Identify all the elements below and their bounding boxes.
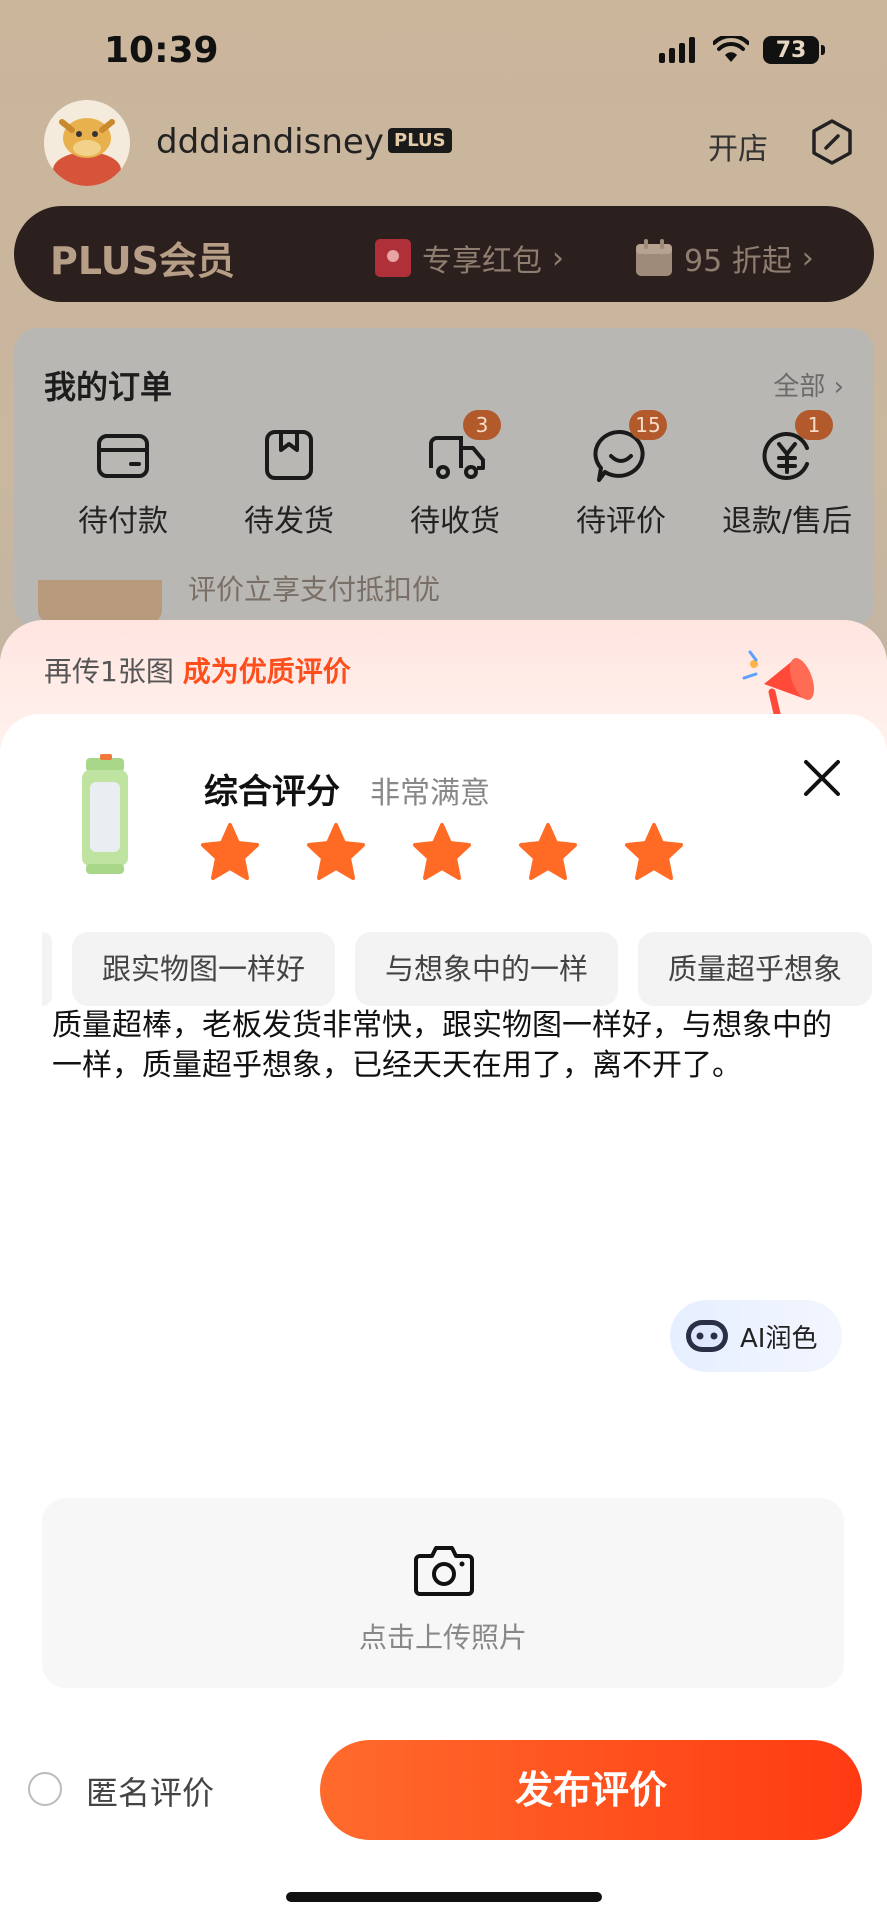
camera-icon [414,1546,474,1596]
order-pending-payment[interactable]: 待付款 [48,428,198,540]
photo-upload-area[interactable]: 点击上传照片 [42,1498,844,1688]
package-icon [265,430,313,480]
status-icons: 73 [659,36,825,64]
plus-badge: PLUS [388,128,452,153]
order-label: 待评价 [576,504,666,539]
ai-polish-label: AI润色 [740,1323,818,1354]
banner-prefix: 再传1张图 [44,655,183,688]
quick-tags: 跟实物图一样好 与想象中的一样 质量超乎想象 [42,932,873,1006]
settings-hex-icon[interactable] [808,118,856,166]
orders-title: 我的订单 [44,368,173,406]
star-icon[interactable] [624,822,684,882]
signal-icon [659,37,695,63]
count-badge: 15 [629,410,667,440]
upload-label: 点击上传照片 [358,1621,527,1654]
plus-membership-bar[interactable]: PLUS会员 专享红包 › 95 折起 › [14,206,874,302]
count-badge: 3 [463,410,501,440]
ai-robot-icon [686,1320,728,1352]
plus-title: PLUS会员 [50,239,235,283]
order-refund[interactable]: 1 退款/售后 [712,410,862,540]
open-store-link[interactable]: 开店 [708,124,768,168]
orders-all-label: 全部 [773,372,826,402]
calendar-icon [636,239,672,276]
chevron-right-icon: › [552,240,564,276]
star-icon[interactable] [306,822,366,882]
peek-text: 评价立享支付抵扣优 [188,573,441,606]
star-rating [200,822,684,882]
count-badge: 1 [795,410,833,440]
discount-label: 95 折起 [684,244,792,279]
red-packet-icon [375,239,411,277]
review-textarea[interactable]: 质量超棒，老板发货非常快，跟实物图一样好，与想象中的一样，质量超乎想象，已经天天… [52,1006,842,1086]
anonymous-label[interactable]: 匿名评价 [86,1768,214,1814]
product-image [82,754,128,874]
cow-avatar-icon [44,100,130,186]
banner-text: 再传1张图 成为优质评价 [44,650,351,690]
star-icon[interactable] [200,822,260,882]
publish-review-button[interactable]: 发布评价 [320,1740,862,1840]
banner-highlight: 成为优质评价 [182,655,351,688]
anonymous-radio[interactable] [28,1772,62,1806]
discount-item[interactable]: 95 折起 › [634,236,814,280]
chevron-right-icon: › [801,240,814,276]
order-pending-review[interactable]: 15 待评价 [546,410,696,540]
battery-icon: 73 [763,36,825,64]
status-time: 10:39 [104,30,219,71]
order-label: 退款/售后 [721,504,853,539]
wallet-icon [97,434,149,478]
username[interactable]: dddiandisney [156,122,384,162]
battery-level: 73 [775,37,807,63]
quick-tag[interactable]: 与想象中的一样 [355,932,619,1006]
star-icon[interactable] [518,822,578,882]
red-packet-label: 专享红包 [422,244,542,279]
wifi-icon [713,36,749,62]
review-sheet: 再传1张图 成为优质评价 综合评分 非常满意 跟实物图一样好 与想象中的一样 质… [0,620,887,1920]
quick-tag[interactable]: 跟实物图一样好 [72,932,336,1006]
rating-text: 非常满意 [370,776,490,811]
ai-polish-button[interactable]: AI润色 [670,1300,842,1372]
red-packet-item[interactable]: 专享红包 › [374,236,564,280]
rating-label: 综合评分 [204,772,340,812]
order-pending-ship[interactable]: 待发货 [214,428,364,540]
order-label: 待付款 [78,504,168,539]
avatar[interactable] [44,100,130,186]
orders-all-link[interactable]: 全部 › [773,366,844,403]
order-label: 待收货 [410,504,500,539]
home-indicator [286,1892,602,1902]
order-label: 待发货 [244,504,334,539]
quick-tag[interactable]: 质量超乎想象 [638,932,873,1006]
tag-partial[interactable] [42,932,52,1006]
peek-product-thumb [38,580,162,624]
order-pending-receive[interactable]: 3 待收货 [380,410,530,540]
star-icon[interactable] [412,822,472,882]
close-icon[interactable] [800,756,844,800]
